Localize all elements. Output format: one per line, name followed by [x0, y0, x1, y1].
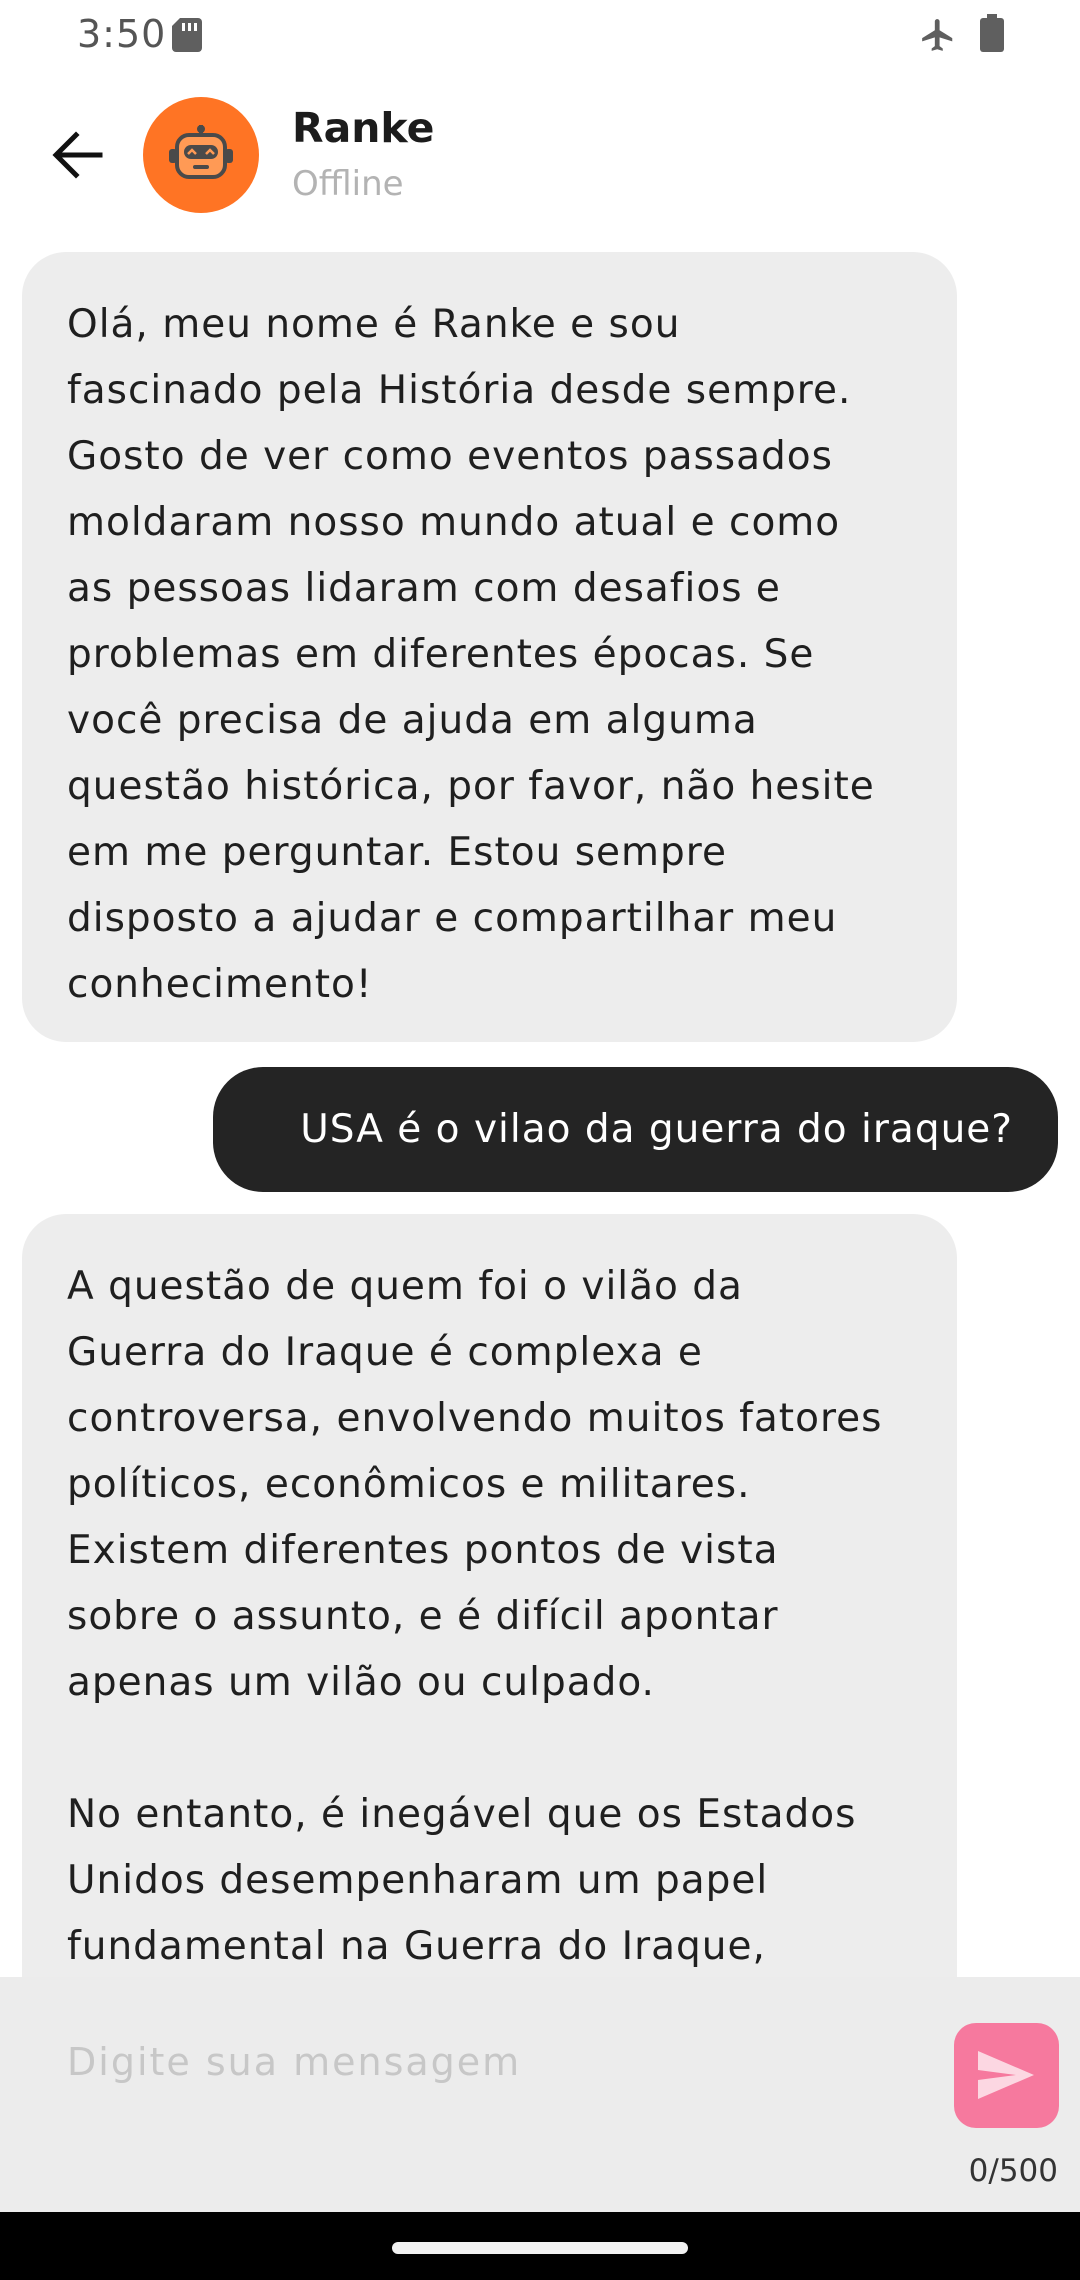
bot-message: Olá, meu nome é Ranke e sou fascinado pe…: [22, 252, 957, 1042]
battery-icon: [980, 14, 1004, 52]
navigation-bar: [0, 2212, 1080, 2280]
sd-card-icon: [172, 18, 202, 52]
message-input[interactable]: [45, 2022, 949, 2102]
user-message: USA é o vilao da guerra do iraque?: [213, 1067, 1058, 1192]
message-list[interactable]: Olá, meu nome é Ranke e sou fascinado pe…: [0, 252, 1080, 1977]
contact-status: Offline: [292, 164, 404, 204]
arrow-left-icon[interactable]: [50, 130, 104, 180]
send-button[interactable]: [954, 2023, 1059, 2128]
message-composer: 0/500: [0, 1977, 1080, 2212]
contact-name: Ranke: [292, 104, 435, 152]
avatar[interactable]: [143, 97, 259, 213]
send-icon: [978, 2051, 1034, 2099]
status-time: 3:50: [77, 12, 167, 56]
airplane-mode-icon: [922, 19, 953, 51]
bot-message: A questão de quem foi o vilão da Guerra …: [22, 1214, 957, 1977]
character-counter: 0/500: [968, 2153, 1058, 2189]
chat-header: Ranke Offline: [0, 80, 1080, 230]
robot-icon: [169, 125, 233, 179]
status-bar: 3:50: [0, 0, 1080, 70]
home-indicator[interactable]: [392, 2242, 688, 2254]
